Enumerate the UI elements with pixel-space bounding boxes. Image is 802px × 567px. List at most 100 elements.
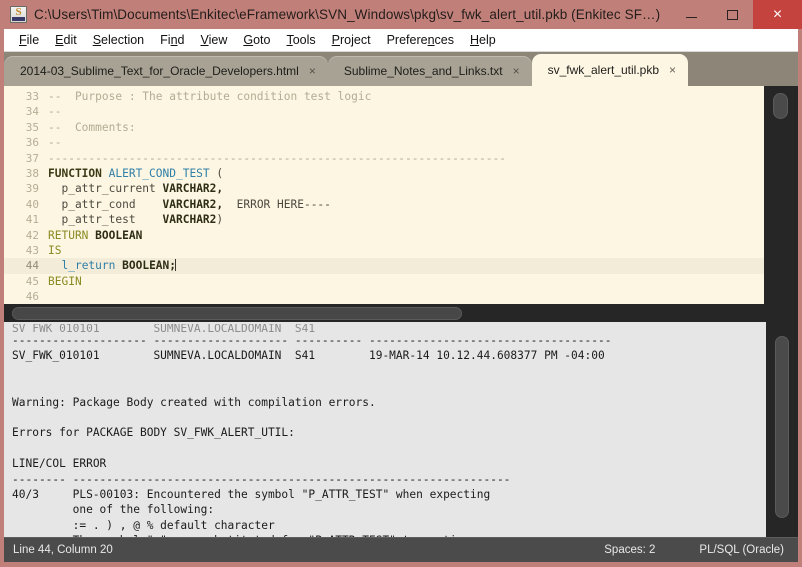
sublime-text-icon bbox=[10, 6, 27, 23]
output-line: -------- -------------------------------… bbox=[12, 472, 511, 486]
menu-item-tools[interactable]: Tools bbox=[278, 29, 323, 51]
tab-close-icon[interactable]: × bbox=[513, 65, 520, 77]
code-text: IS bbox=[48, 243, 61, 258]
build-output-panel[interactable]: SV_FWK_010101 SUMNEVA.LOCALDOMAIN S41 ---… bbox=[4, 322, 798, 537]
line-number: 34 bbox=[25, 105, 39, 119]
code-token: p_attr_cond bbox=[48, 197, 163, 211]
tab-1[interactable]: Sublime_Notes_and_Links.txt × bbox=[327, 56, 532, 86]
title-bar[interactable]: C:\Users\Tim\Documents\Enkitec\eFramewor… bbox=[0, 0, 802, 29]
tab-bar: 2014-03_Sublime_Text_for_Oracle_Develope… bbox=[4, 52, 798, 86]
menu-item-find[interactable]: Find bbox=[152, 29, 192, 51]
menu-item-view[interactable]: View bbox=[192, 29, 235, 51]
output-line: -------------------- -------------------… bbox=[12, 334, 612, 347]
code-token: ERROR HERE---- bbox=[223, 197, 331, 211]
code-line[interactable]: 44 l_return BOOLEAN; bbox=[4, 258, 764, 274]
menu-accelerator: T bbox=[286, 33, 293, 47]
code-editor[interactable]: 33 -- Purpose : The attribute condition t… bbox=[4, 86, 798, 304]
indentation-status[interactable]: Spaces: 2 bbox=[604, 544, 655, 556]
menu-item-preferences[interactable]: Preferences bbox=[379, 29, 462, 51]
code-line[interactable]: 34 -- bbox=[4, 104, 764, 119]
code-token: -- bbox=[48, 105, 62, 119]
code-area[interactable]: 33 -- Purpose : The attribute condition t… bbox=[4, 86, 764, 304]
editor-horizontal-scroll-thumb[interactable] bbox=[12, 307, 462, 320]
code-token: p_attr_test bbox=[48, 213, 163, 227]
editor-vertical-scroll-thumb[interactable] bbox=[773, 93, 788, 119]
menu-accelerator: n bbox=[427, 33, 435, 47]
tab-close-icon[interactable]: × bbox=[669, 64, 676, 76]
cursor-position-status: Line 44, Column 20 bbox=[13, 544, 113, 556]
code-text: -- Comments: bbox=[48, 120, 136, 135]
code-text: l_return BOOLEAN; bbox=[48, 258, 177, 273]
output-line: one of the following: bbox=[12, 503, 215, 517]
code-line[interactable]: 42 RETURN BOOLEAN bbox=[4, 228, 764, 243]
tab-0[interactable]: 2014-03_Sublime_Text_for_Oracle_Develope… bbox=[4, 56, 328, 86]
menu-accelerator: E bbox=[55, 33, 64, 47]
line-number: 35 bbox=[25, 120, 39, 134]
code-token: ----------------------------------------… bbox=[48, 151, 507, 165]
line-number: 44 bbox=[25, 259, 39, 273]
line-number: 33 bbox=[25, 90, 39, 103]
maximize-button[interactable] bbox=[712, 0, 753, 29]
code-token: -- Comments: bbox=[48, 120, 136, 134]
code-line[interactable]: 46 bbox=[4, 289, 764, 304]
code-line[interactable]: 37 --------------------------------------… bbox=[4, 151, 764, 166]
console-vertical-scroll-thumb[interactable] bbox=[775, 336, 789, 518]
menu-item-help[interactable]: Help bbox=[462, 29, 504, 51]
console-vertical-scrollbar[interactable] bbox=[766, 322, 798, 537]
tab-2-active[interactable]: sv_fwk_alert_util.pkb × bbox=[531, 54, 689, 86]
code-token: RETURN bbox=[48, 228, 96, 242]
line-number: 36 bbox=[25, 136, 39, 150]
build-output-text: SV_FWK_010101 SUMNEVA.LOCALDOMAIN S41 ---… bbox=[4, 322, 766, 537]
code-token: ( bbox=[209, 166, 224, 180]
code-text: p_attr_cond VARCHAR2, ERROR HERE---- bbox=[48, 197, 331, 212]
tab-close-icon[interactable]: × bbox=[309, 65, 316, 77]
output-line: Warning: Package Body created with compi… bbox=[12, 395, 376, 409]
line-number: 39 bbox=[25, 182, 39, 196]
editor-horizontal-scrollbar[interactable] bbox=[4, 304, 798, 322]
menu-item-goto[interactable]: Goto bbox=[235, 29, 278, 51]
menu-item-project[interactable]: Project bbox=[324, 29, 379, 51]
code-line[interactable]: 33 -- Purpose : The attribute condition t… bbox=[4, 89, 764, 104]
output-line: 40/3 PLS-00103: Encountered the symbol "… bbox=[12, 487, 491, 501]
code-token: ALERT_COND_TEST bbox=[108, 166, 210, 180]
close-button[interactable]: × bbox=[753, 0, 802, 29]
code-text: BEGIN bbox=[48, 274, 82, 289]
menu-item-file[interactable]: File bbox=[11, 29, 47, 51]
code-token: VARCHAR2, bbox=[162, 182, 224, 196]
menu-accelerator: S bbox=[92, 33, 102, 47]
code-line[interactable]: 35 -- Comments: bbox=[4, 120, 764, 135]
code-line[interactable]: 41 p_attr_test VARCHAR2) bbox=[4, 212, 764, 227]
code-token: ) bbox=[216, 213, 224, 227]
code-line[interactable]: 38 FUNCTION ALERT_COND_TEST ( bbox=[4, 166, 764, 181]
menu-item-edit[interactable]: Edit bbox=[47, 29, 85, 51]
minimize-button[interactable] bbox=[671, 0, 712, 29]
code-text: ----------------------------------------… bbox=[48, 151, 506, 166]
code-text: -- Purpose : The attribute condition tes… bbox=[48, 89, 371, 104]
output-line: SV_FWK_010101 SUMNEVA.LOCALDOMAIN S41 19… bbox=[12, 349, 605, 363]
code-token: BOOLEAN; bbox=[122, 259, 177, 273]
menu-accelerator: G bbox=[243, 33, 254, 47]
menu-accelerator: H bbox=[470, 33, 480, 47]
code-text: p_attr_current VARCHAR2, bbox=[48, 181, 223, 196]
output-line: SV_FWK_010101 SUMNEVA.LOCALDOMAIN S41 bbox=[12, 324, 316, 333]
line-number: 40 bbox=[25, 197, 39, 211]
menu-item-selection[interactable]: Selection bbox=[85, 29, 152, 51]
status-bar: Line 44, Column 20 Spaces: 2 PL/SQL (Ora… bbox=[4, 537, 798, 562]
code-token: FUNCTION bbox=[48, 166, 109, 180]
code-line[interactable]: 43 IS bbox=[4, 243, 764, 258]
code-line[interactable]: 39 p_attr_current VARCHAR2, bbox=[4, 181, 764, 196]
code-line[interactable]: 40 p_attr_cond VARCHAR2, ERROR HERE---- bbox=[4, 197, 764, 212]
editor-vertical-scrollbar[interactable] bbox=[764, 86, 798, 304]
line-number: 43 bbox=[25, 243, 39, 257]
code-token: BEGIN bbox=[48, 274, 82, 288]
code-token: VARCHAR2, bbox=[162, 197, 224, 211]
line-number: 42 bbox=[25, 228, 39, 242]
code-line[interactable]: 36 -- bbox=[4, 135, 764, 150]
sublime-text-window: C:\Users\Tim\Documents\Enkitec\eFramewor… bbox=[0, 0, 802, 567]
code-line[interactable]: 45 BEGIN bbox=[4, 274, 764, 289]
line-number: 45 bbox=[25, 274, 39, 288]
syntax-status[interactable]: PL/SQL (Oracle) bbox=[699, 544, 784, 556]
